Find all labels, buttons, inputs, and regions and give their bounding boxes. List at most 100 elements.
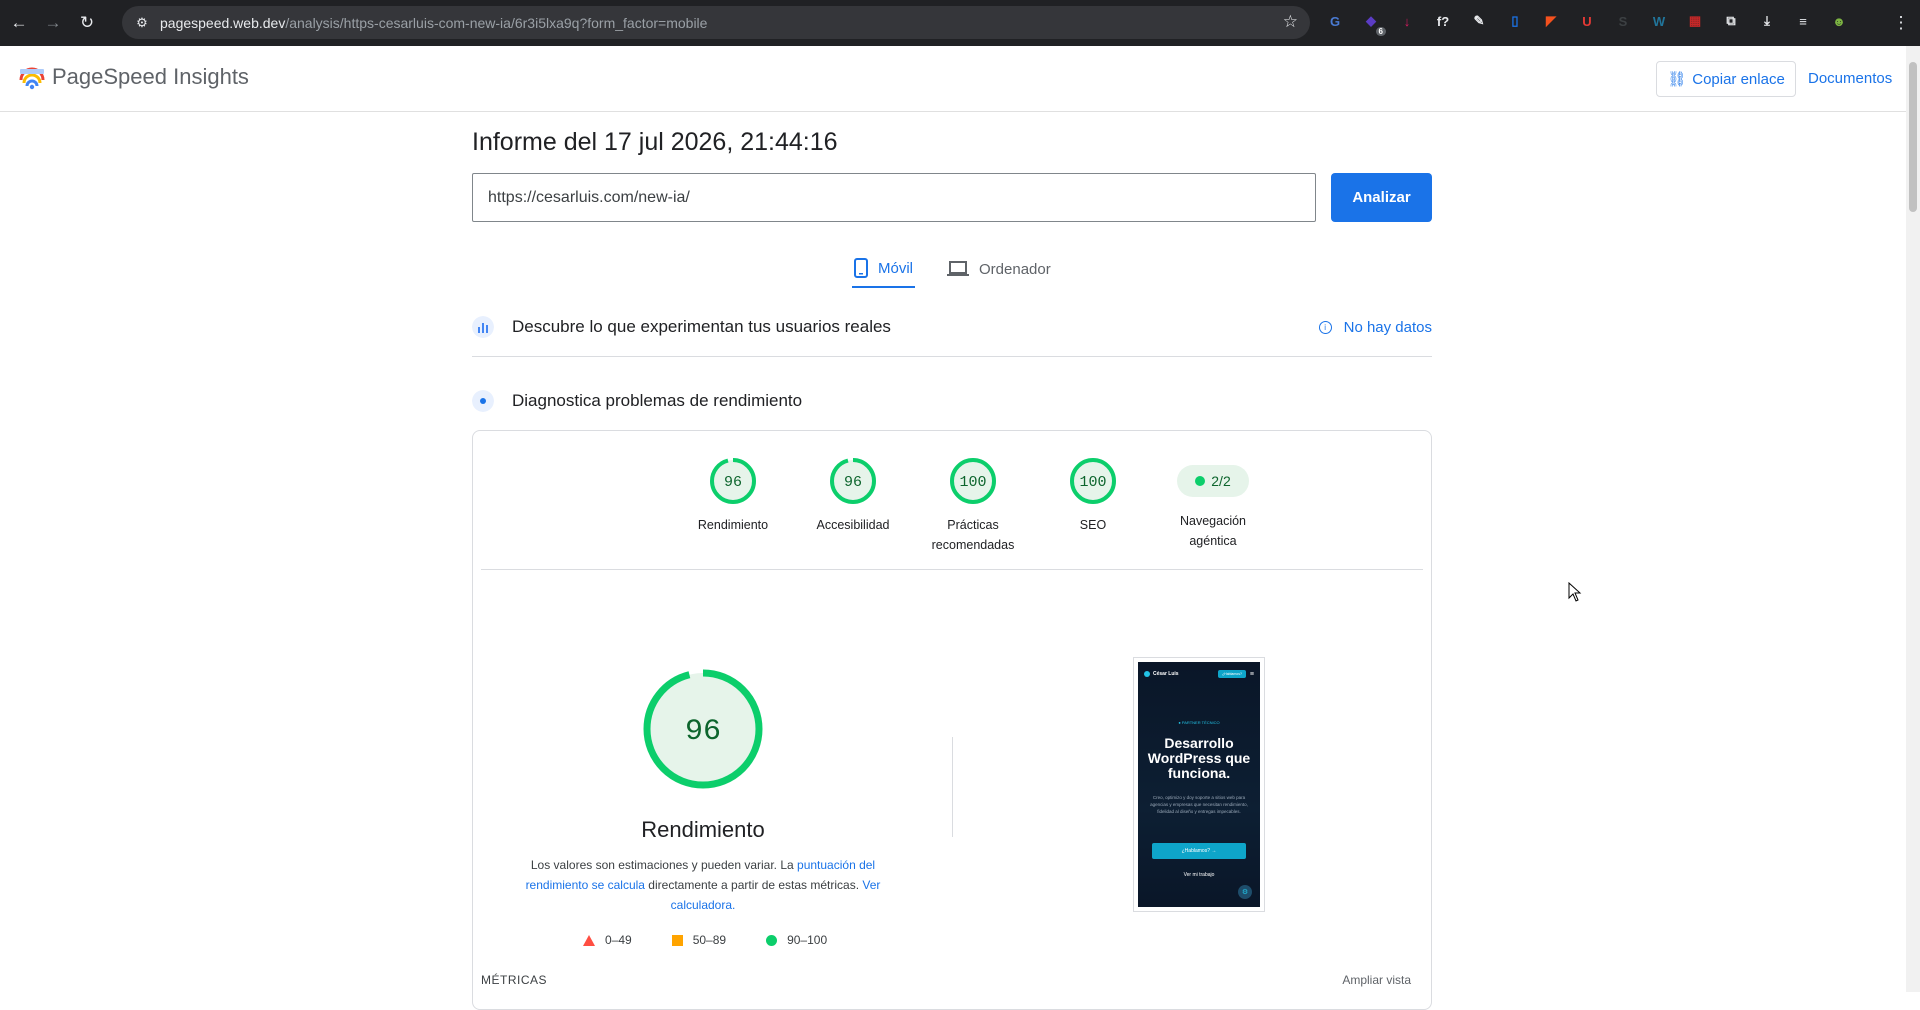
legend-pass: 90–100 [766,933,827,947]
docs-link[interactable]: Documentos [1808,70,1892,87]
real-users-title: Descubre lo que experimentan tus usuario… [512,317,891,336]
section-divider [472,356,1432,357]
legend-average: 50–89 [671,933,727,947]
category-gauges: 96 Rendimiento 96 Accesibilidad 100 Prácticas… [673,455,1273,555]
gauge-0[interactable]: 96 Rendimiento [673,455,793,555]
browser-menu-icon[interactable]: ⋮ [1886,8,1916,38]
font-ext-icon[interactable]: f? [1430,8,1456,34]
laptop-icon [947,261,970,276]
back-icon[interactable]: ← [4,8,34,38]
picker-ext-icon[interactable]: ✎ [1466,8,1492,34]
legend-average-label: 50–89 [692,933,727,947]
address-url[interactable]: pagespeed.web.dev/analysis/https-cesarlu… [160,15,707,31]
phone-icon [854,258,868,278]
shield-ext-icon[interactable]: U [1574,8,1600,34]
legend-fail: 0–49 [583,933,632,947]
gauge-label: SEO [1079,518,1107,532]
app-title: PageSpeed Insights [52,64,249,89]
preview-brand-icon [1144,671,1150,677]
metrics-heading: MÉTRICAS [481,973,548,987]
download-ext-icon[interactable]: ↓ [1394,8,1420,34]
explain-text-1: Los valores son estimaciones y pueden va… [530,858,798,872]
preview-link: Ver mi trabajo [1183,872,1215,878]
address-bar[interactable]: ⚙ pagespeed.web.dev/analysis/https-cesar… [122,6,1310,39]
copy-link-button[interactable]: ⛓ Copiar enlace [1656,61,1796,97]
crux-users-icon [472,316,494,338]
gauge-label: Rendimiento [697,518,769,532]
gauge-label: Navegación agéntica [1179,514,1246,548]
preview-body: Creo, optimizo y doy soporte a sitios we… [1150,795,1248,814]
puzzle-ext-icon[interactable]: ⧉ [1718,8,1744,34]
gauge-label: Accesibilidad [816,518,890,532]
performance-big-label: Rendimiento [641,817,765,842]
site-info-icon[interactable]: ⚙ [134,15,150,31]
explain-text-2: directamente a partir de estas métricas. [644,878,863,892]
tab-mobile[interactable]: Móvil [852,250,916,288]
dev-ext-icon[interactable]: ▦ [1682,8,1708,34]
legend-fail-label: 0–49 [605,933,632,947]
gauge-label: Prácticas recomendadas [931,518,1015,552]
preview-cta-button: ¿Hablamos? → [1152,843,1246,859]
legend-pass-label: 90–100 [787,933,828,947]
fail-triangle-icon [583,934,595,946]
gauge-2[interactable]: 100 Prácticas recomendadas [913,455,1033,555]
preview-menu-icon: ≡ [1249,670,1254,678]
bookmark-star-icon[interactable]: ☆ [1283,12,1298,32]
url-path: /analysis/https-cesarluis-com-new-ia/6r3… [285,14,708,31]
gauge-score: 100 [1079,474,1106,491]
diagnose-title: Diagnostica problemas de rendimiento [512,391,803,410]
info-icon: i [1318,320,1332,334]
profile-ext-icon[interactable]: ☻ [1826,8,1852,34]
score-gauge-svg: 96 [830,458,876,504]
final-screenshot[interactable]: César Luis ¿Hablamos? ≡ ● PARTNER TÉCNIC… [1133,657,1265,912]
pass-dot-icon [1195,476,1206,486]
score-gauge-svg: 100 [1070,458,1116,504]
gauge-score: 2/2 [1211,473,1231,489]
screenshot-preview: César Luis ¿Hablamos? ≡ ● PARTNER TÉCNIC… [1138,662,1260,907]
pagespeed-logo-icon [19,67,45,90]
gauge-4[interactable]: 2/2 Navegación agéntica [1153,455,1273,555]
gauge-1[interactable]: 96 Accesibilidad [793,455,913,555]
doc-ext-icon[interactable]: ▯ [1502,8,1528,34]
purple-ext-icon[interactable]: ◆ 6 [1358,8,1386,36]
gauges-divider [481,569,1423,570]
queue-ext-icon[interactable]: ≡ [1790,8,1816,34]
score-legend: 0–49 50–89 90–100 [583,933,827,947]
lighthouse-icon [472,390,494,412]
preview-nav-right: ¿Hablamos? ≡ [1218,670,1254,678]
preview-brand-label: César Luis [1153,671,1179,677]
pass-circle-icon [766,934,778,946]
tab-desktop[interactable]: Ordenador [945,250,1053,288]
page-scrollbar[interactable] [1906,46,1920,992]
forward-icon[interactable]: → [38,8,68,38]
device-tabs: Móvil Ordenador [852,250,1083,288]
scrollbar-thumb[interactable] [1909,62,1917,212]
lighthouse-report-card: 96 Rendimiento 96 Accesibilidad 100 Prácticas… [472,430,1432,1010]
gauge-score: 96 [724,474,742,491]
no-data-link[interactable]: i No hay datos [1318,318,1432,336]
extensions-bar: G ◆ 6 ↓ f? ✎ ▯ ◤ U S W ▦ ⧉ ⤓ ≡ ☻ [1322,8,1852,36]
copy-link-label: Copiar enlace [1692,70,1785,88]
expand-view-toggle[interactable]: Ampliar vista [1342,973,1411,987]
translate-ext-icon[interactable]: G [1322,8,1348,34]
preview-headline: Desarrollo WordPress que funciona. [1147,735,1251,781]
gauge-score: 96 [844,474,862,491]
preview-nav-button: ¿Hablamos? [1218,670,1246,678]
reload-icon[interactable]: ↻ [72,8,102,38]
performance-big-gauge: 96 [643,669,763,789]
real-users-section[interactable]: Descubre lo que experimentan tus usuario… [472,311,1432,343]
s-ext-icon[interactable]: S [1610,8,1636,34]
extension-badge: 6 [1375,27,1386,36]
wordpress-ext-icon[interactable]: W [1646,8,1672,34]
gauge-3[interactable]: 100 SEO [1033,455,1153,555]
score-gauge-svg: 96 [710,458,756,504]
downloads-ext-icon[interactable]: ⤓ [1754,8,1780,34]
no-data-label: No hay datos [1343,318,1432,336]
mouse-cursor-icon [1568,582,1582,602]
orange-ext-icon[interactable]: ◤ [1538,8,1564,34]
diagnose-section[interactable]: Diagnostica problemas de rendimiento [472,385,1432,417]
agentic-score-pill: 2/2 [1177,465,1249,497]
analyze-button[interactable]: Analizar [1331,173,1432,222]
url-input[interactable] [472,173,1316,222]
tab-desktop-label: Ordenador [979,260,1051,278]
